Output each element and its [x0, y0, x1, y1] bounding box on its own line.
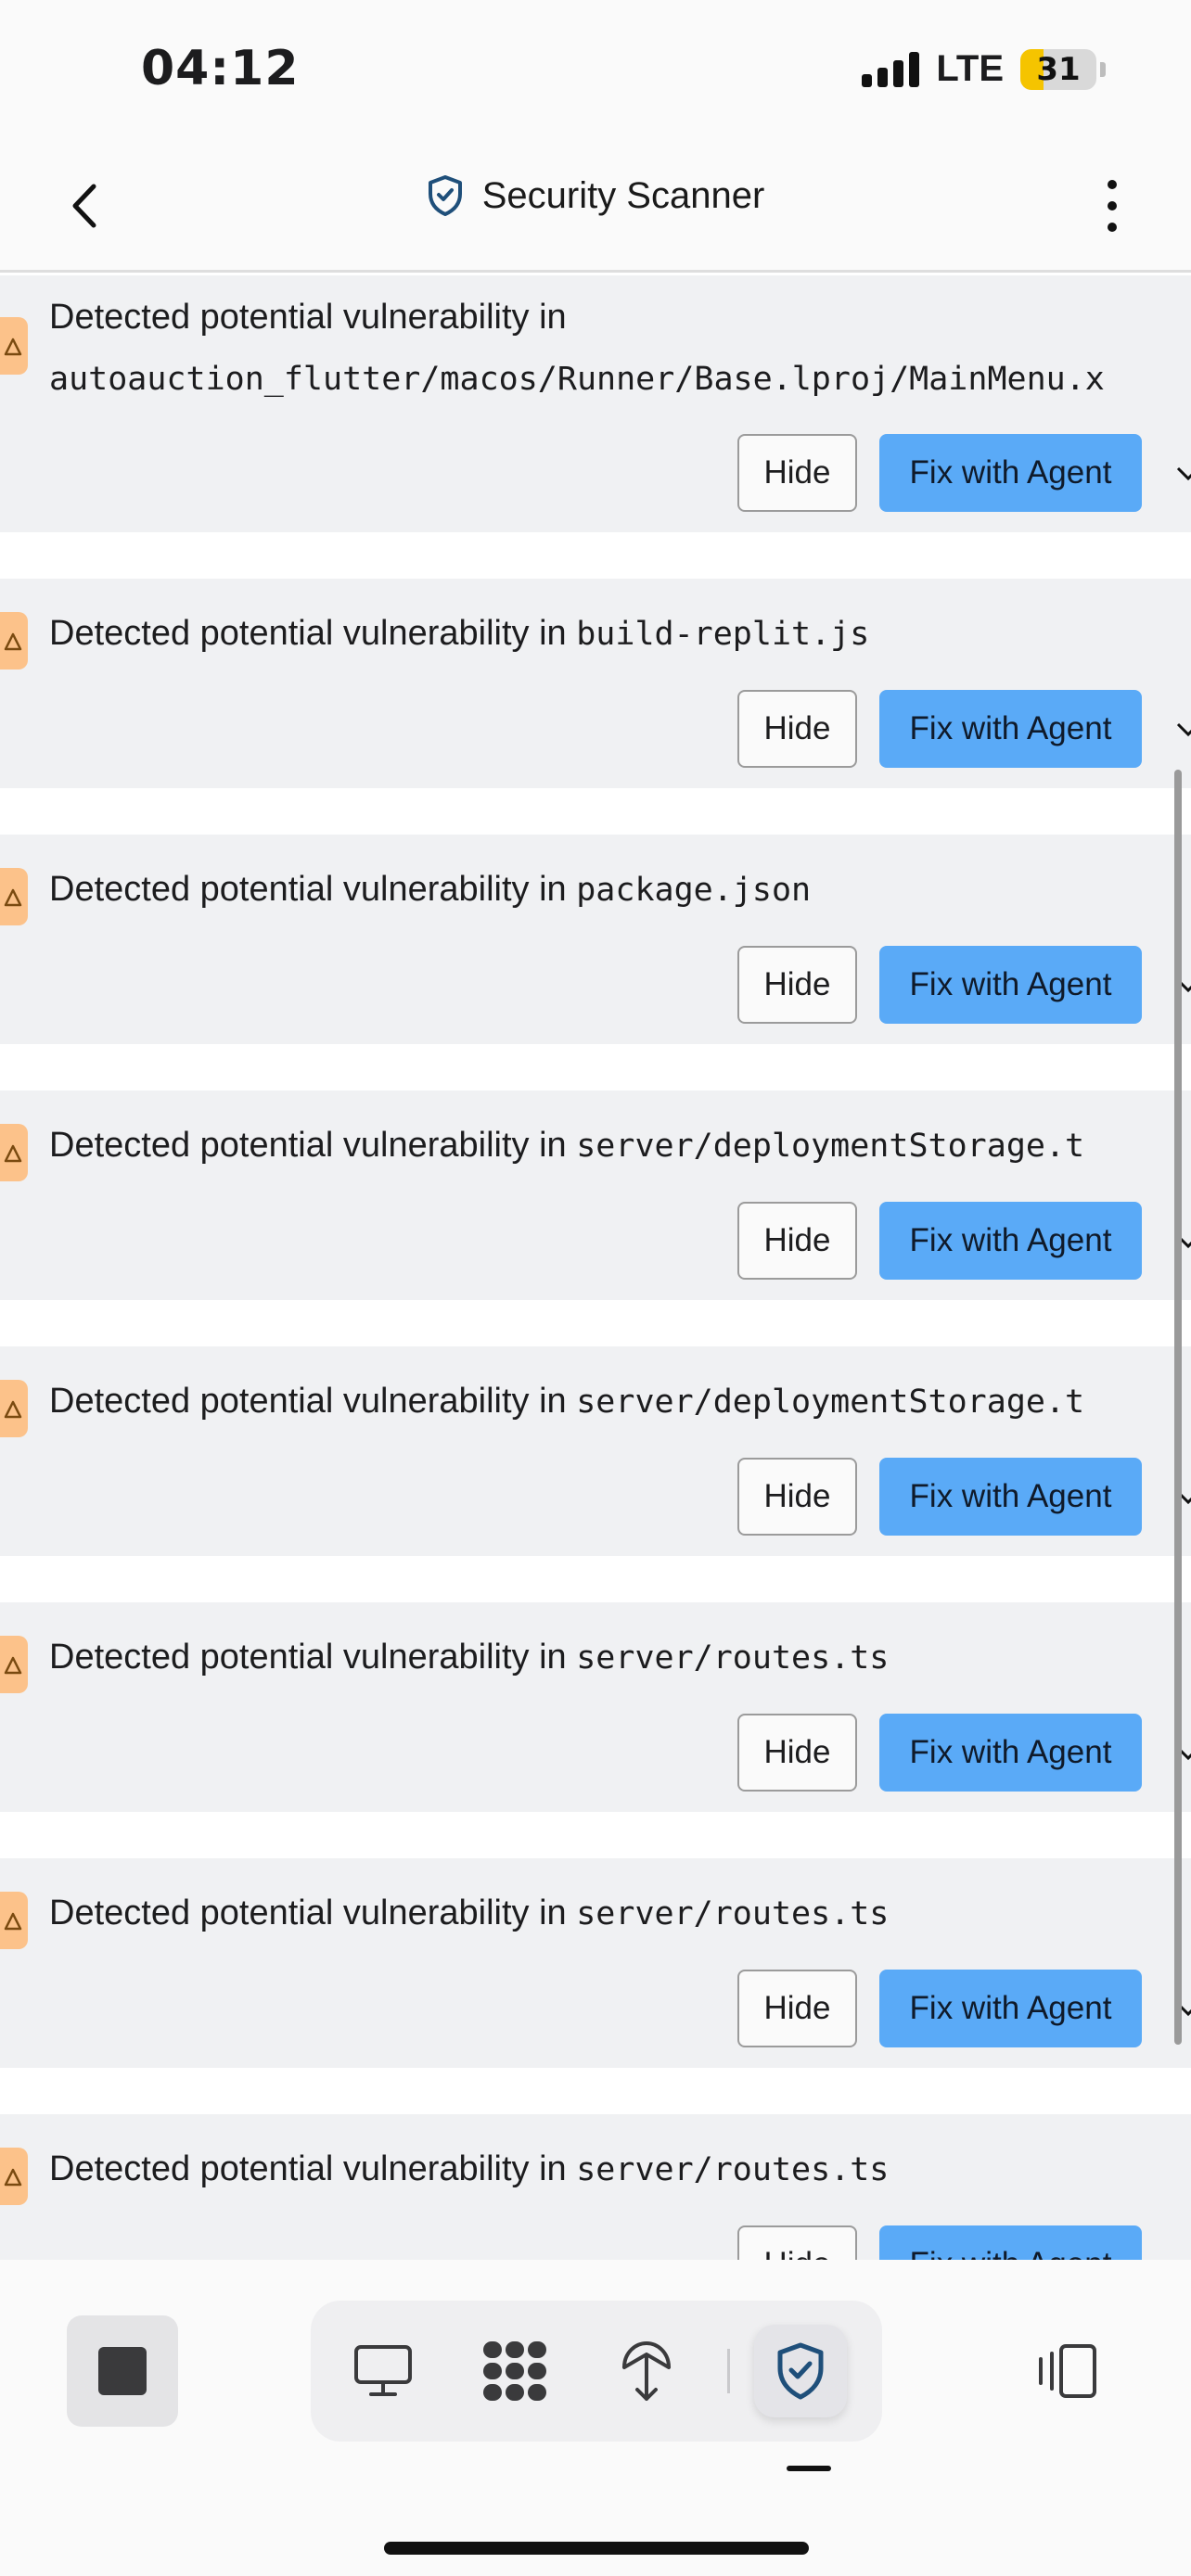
- vulnerability-text: Detected potential vulnerability in serv…: [49, 1382, 1085, 1421]
- stop-icon: [98, 2347, 147, 2395]
- warning-icon: [0, 868, 28, 925]
- warning-icon: [0, 1380, 28, 1437]
- tool-workflow[interactable]: [468, 2325, 561, 2417]
- vulnerability-card: Detected potential vulnerability in pack…: [0, 835, 1191, 1044]
- vulnerability-card: Detected potential vulnerability in auto…: [0, 275, 1191, 532]
- scrollbar[interactable]: [1174, 770, 1182, 2045]
- shield-check-icon: [777, 2342, 824, 2400]
- monitor-icon: [354, 2345, 412, 2396]
- hide-button[interactable]: Hide: [737, 1458, 857, 1536]
- app-header: Security Scanner: [0, 139, 1191, 273]
- warning-icon: [0, 2148, 28, 2205]
- vulnerability-card: Detected potential vulnerability in buil…: [0, 579, 1191, 788]
- panel-switch-icon: [1039, 2344, 1096, 2398]
- vulnerability-file: autoauction_flutter/macos/Runner/Base.lp…: [49, 361, 1105, 398]
- vulnerability-list[interactable]: Detected potential vulnerability in auto…: [0, 275, 1191, 2260]
- vulnerability-text: Detected potential vulnerability in: [49, 298, 567, 337]
- panel-switch-button[interactable]: [1030, 2325, 1104, 2417]
- vulnerability-text: Detected potential vulnerability in pack…: [49, 870, 812, 909]
- vulnerability-file: server/routes.ts: [576, 2151, 890, 2188]
- hide-button[interactable]: Hide: [737, 434, 857, 512]
- status-indicators: LTE 31: [862, 48, 1106, 90]
- tool-security-scanner[interactable]: [754, 2325, 847, 2417]
- vulnerability-card: Detected potential vulnerability in serv…: [0, 1602, 1191, 1812]
- tool-divider: [727, 2349, 730, 2393]
- network-type: LTE: [936, 48, 1004, 89]
- fix-with-agent-button[interactable]: Fix with Agent: [879, 1458, 1142, 1536]
- hide-button[interactable]: Hide: [737, 946, 857, 1024]
- fix-with-agent-button[interactable]: Fix with Agent: [879, 946, 1142, 1024]
- more-options-button[interactable]: [1098, 172, 1126, 239]
- page-title: Security Scanner: [481, 174, 765, 216]
- active-tab-indicator: [787, 2466, 831, 2471]
- workflow-icon: [483, 2341, 546, 2401]
- fix-with-agent-button[interactable]: Fix with Agent: [879, 1714, 1142, 1792]
- status-time: 04:12: [141, 41, 300, 96]
- hide-button[interactable]: Hide: [737, 1970, 857, 2047]
- signal-icon: [862, 51, 920, 87]
- hide-button[interactable]: Hide: [737, 690, 857, 768]
- vulnerability-card: Detected potential vulnerability in serv…: [0, 1090, 1191, 1300]
- fix-with-agent-button[interactable]: Fix with Agent: [879, 434, 1142, 512]
- vulnerability-card: Detected potential vulnerability in serv…: [0, 1858, 1191, 2068]
- warning-icon: [0, 1636, 28, 1693]
- vulnerability-card: Detected potential vulnerability in serv…: [0, 2114, 1191, 2260]
- vulnerability-text: Detected potential vulnerability in serv…: [49, 1126, 1085, 1165]
- warning-icon: [0, 612, 28, 670]
- stop-button[interactable]: [67, 2315, 178, 2427]
- hide-button[interactable]: Hide: [737, 2225, 857, 2260]
- fix-with-agent-button[interactable]: Fix with Agent: [879, 1970, 1142, 2047]
- vulnerability-card: Detected potential vulnerability in serv…: [0, 1346, 1191, 1556]
- warning-icon: [0, 1892, 28, 1949]
- vulnerability-file: server/routes.ts: [576, 1895, 890, 1932]
- more-vertical-icon: [1108, 180, 1117, 189]
- deployment-icon: [622, 2340, 671, 2401]
- warning-icon: [0, 1124, 28, 1181]
- hide-button[interactable]: Hide: [737, 1202, 857, 1280]
- status-bar: 04:12 LTE 31: [0, 0, 1191, 139]
- vulnerability-file: server/deploymentStorage.t: [576, 1128, 1085, 1165]
- page-title-group: Security Scanner: [0, 174, 1191, 217]
- chevron-down-icon[interactable]: [1174, 715, 1191, 743]
- vulnerability-text: Detected potential vulnerability in buil…: [49, 614, 870, 653]
- bottom-toolbar: [0, 2260, 1191, 2576]
- battery-level: 31: [1036, 50, 1081, 88]
- vulnerability-text: Detected potential vulnerability in serv…: [49, 2149, 890, 2188]
- home-indicator[interactable]: [384, 2542, 809, 2555]
- tool-monitor[interactable]: [337, 2325, 429, 2417]
- battery-icon: 31: [1020, 48, 1096, 90]
- vulnerability-text: Detected potential vulnerability in serv…: [49, 1894, 890, 1932]
- hide-button[interactable]: Hide: [737, 1714, 857, 1792]
- vulnerability-file: package.json: [576, 872, 812, 909]
- fix-with-agent-button[interactable]: Fix with Agent: [879, 690, 1142, 768]
- tool-deployments[interactable]: [600, 2325, 693, 2417]
- vulnerability-text: Detected potential vulnerability in serv…: [49, 1638, 890, 1677]
- chevron-down-icon[interactable]: [1174, 459, 1191, 487]
- shield-check-icon: [428, 175, 462, 216]
- fix-with-agent-button[interactable]: Fix with Agent: [879, 1202, 1142, 1280]
- fix-with-agent-button[interactable]: Fix with Agent: [879, 2225, 1142, 2260]
- vulnerability-file: server/routes.ts: [576, 1639, 890, 1677]
- vulnerability-file: build-replit.js: [576, 616, 870, 653]
- warning-icon: [0, 317, 28, 375]
- tool-group: [311, 2301, 882, 2442]
- vulnerability-file: server/deploymentStorage.t: [576, 1384, 1085, 1421]
